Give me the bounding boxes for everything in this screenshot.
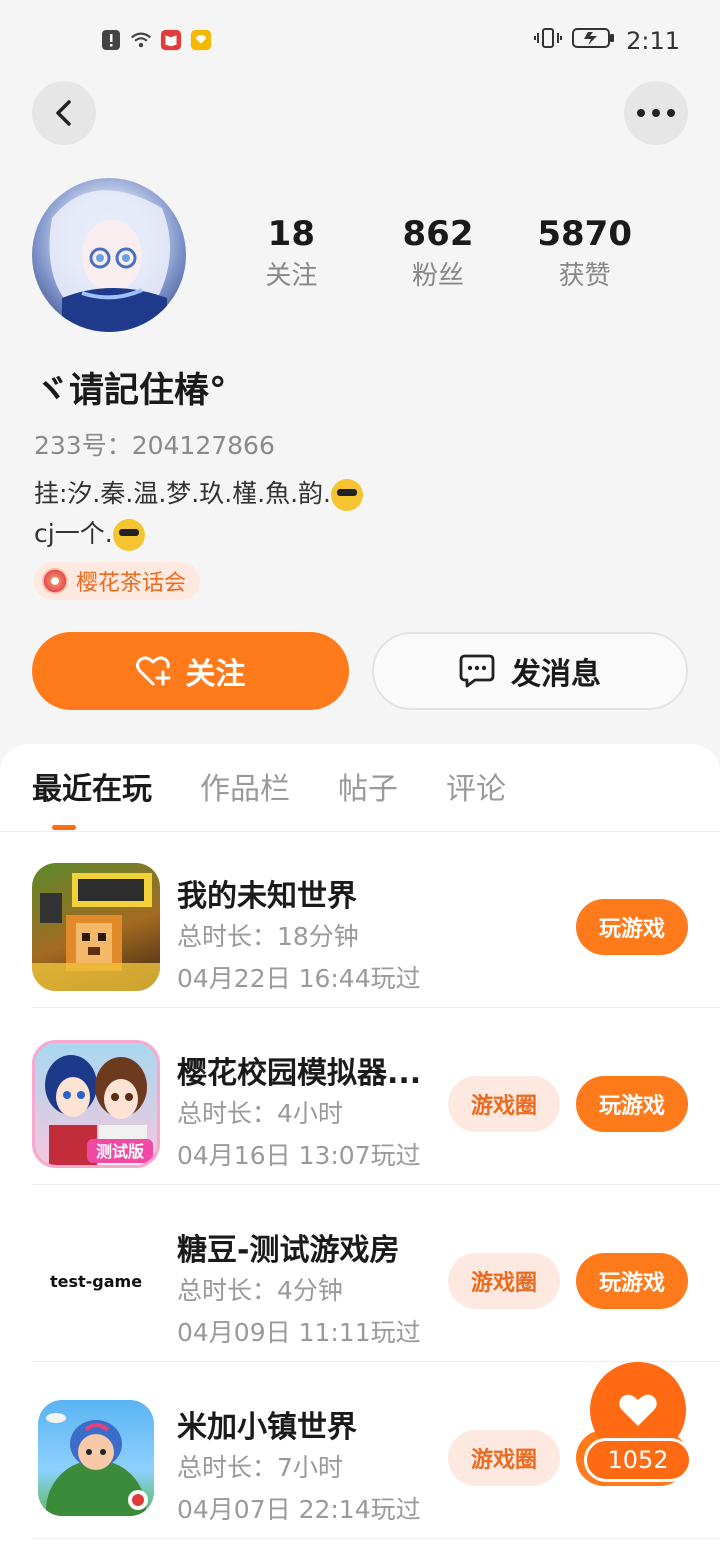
game-duration: 总时长：4小时 bbox=[177, 1099, 343, 1128]
more-dots-icon bbox=[637, 109, 675, 117]
test-version-badge: 测试版 bbox=[96, 1142, 144, 1161]
status-bar-right: 2:11 bbox=[534, 26, 680, 56]
game-name: 米加小镇世界 bbox=[177, 1410, 357, 1445]
game-duration: 总时长：7小时 bbox=[177, 1453, 343, 1482]
tab-recent-play[interactable]: 最近在玩 bbox=[32, 772, 152, 808]
message-label: 发消息 bbox=[511, 657, 601, 692]
likes-count: 5870 bbox=[537, 214, 632, 254]
chat-bubble-icon bbox=[459, 654, 495, 688]
wifi-icon bbox=[130, 28, 152, 52]
alert-icon bbox=[100, 28, 122, 52]
follow-label: 关注 bbox=[185, 657, 246, 692]
game-row[interactable]: 我的未知世界 总时长：18分钟 04月22日 16:44玩过 玩游戏 bbox=[32, 831, 720, 1008]
game-circle-button[interactable]: 游戏圈 bbox=[448, 1076, 560, 1132]
game-duration: 总时长：4分钟 bbox=[177, 1276, 343, 1305]
profile-stats: 18 关注 862 粉丝 5870 获赞 bbox=[218, 212, 658, 296]
followers-label: 粉丝 bbox=[412, 261, 465, 291]
nickname: ヾ请記住椿° bbox=[34, 371, 227, 411]
game-icon-test-game: test-game bbox=[32, 1217, 160, 1345]
battery-charging-icon bbox=[572, 26, 616, 56]
message-button[interactable]: 发消息 bbox=[372, 632, 688, 710]
more-button[interactable] bbox=[624, 81, 688, 145]
status-bar: 2:11 bbox=[0, 0, 720, 84]
chevron-left-icon bbox=[56, 100, 71, 126]
tab-works[interactable]: 作品栏 bbox=[200, 772, 290, 808]
following-label: 关注 bbox=[265, 261, 318, 291]
status-bar-left bbox=[100, 28, 212, 52]
active-tab-indicator bbox=[52, 825, 76, 830]
club-tag[interactable]: 樱花茶话会 bbox=[34, 562, 201, 600]
user-id[interactable]: 233号：204127866 bbox=[34, 426, 275, 462]
heart-plus-icon bbox=[135, 656, 170, 686]
game-row[interactable]: test-game 糖豆-测试游戏房 总时长：4分钟 04月09日 11:11玩… bbox=[32, 1185, 720, 1362]
game-duration: 总时长：18分钟 bbox=[177, 922, 359, 951]
vibrate-icon bbox=[534, 26, 563, 56]
notification-app-icon bbox=[190, 28, 212, 52]
following-stat[interactable]: 18 关注 bbox=[218, 212, 365, 296]
game-circle-button[interactable]: 游戏圈 bbox=[448, 1253, 560, 1309]
tab-comments[interactable]: 评论 bbox=[446, 772, 506, 808]
game-name: 我的未知世界 bbox=[177, 879, 357, 914]
likes-label: 获赞 bbox=[558, 261, 611, 291]
play-game-button[interactable]: 玩游戏 bbox=[576, 899, 688, 955]
game-icon-sakura-school: 测试版 bbox=[32, 1040, 160, 1168]
avatar-image bbox=[49, 190, 170, 332]
followers-stat[interactable]: 862 粉丝 bbox=[365, 212, 512, 296]
game-last-played: 04月09日 11:11玩过 bbox=[177, 1318, 421, 1347]
tab-posts[interactable]: 帖子 bbox=[338, 772, 398, 808]
likes-stat[interactable]: 5870 获赞 bbox=[511, 212, 658, 296]
row-divider bbox=[32, 1538, 720, 1539]
uid-label: 233号： bbox=[34, 431, 132, 460]
book-app-icon bbox=[160, 28, 182, 52]
game-icon-unknown-world bbox=[32, 863, 160, 991]
play-game-button[interactable]: 玩游戏 bbox=[576, 1253, 688, 1309]
clock: 2:11 bbox=[626, 27, 680, 55]
nerd-emoji-icon bbox=[112, 519, 145, 551]
play-game-button[interactable]: 玩游戏 bbox=[576, 1076, 688, 1132]
club-icon bbox=[42, 568, 68, 594]
back-button[interactable] bbox=[32, 81, 96, 145]
bio: 挂:汐.秦.温.梦.玖.槿.魚.韵. cj一个. bbox=[34, 474, 363, 554]
avatar[interactable] bbox=[32, 178, 186, 332]
game-name: 樱花校园模拟器... bbox=[177, 1056, 422, 1091]
heart-icon bbox=[619, 1394, 657, 1426]
game-icon-miga-town bbox=[38, 1400, 154, 1516]
uid-value: 204127866 bbox=[131, 431, 275, 460]
game-last-played: 04月07日 22:14玩过 bbox=[177, 1495, 421, 1524]
game-row[interactable]: 测试版 樱花校园模拟器... 总时长：4小时 04月16日 13:07玩过 游戏… bbox=[32, 1008, 720, 1185]
game-last-played: 04月22日 16:44玩过 bbox=[177, 964, 421, 993]
bio-line-2: cj一个. bbox=[34, 519, 113, 548]
game-name: 糖豆-测试游戏房 bbox=[177, 1233, 400, 1268]
following-count: 18 bbox=[267, 214, 315, 254]
sunglasses-emoji-icon bbox=[331, 479, 363, 511]
game-last-played: 04月16日 13:07玩过 bbox=[177, 1141, 421, 1170]
follow-button[interactable]: 关注 bbox=[32, 632, 349, 710]
tab-bar: 最近在玩 作品栏 帖子 评论 bbox=[32, 772, 506, 808]
like-count-badge: 1052 bbox=[584, 1438, 692, 1482]
bio-line-1: 挂:汐.秦.温.梦.玖.槿.魚.韵. bbox=[34, 479, 331, 508]
followers-count: 862 bbox=[402, 214, 474, 254]
game-icon-text: test-game bbox=[49, 1271, 143, 1291]
club-tag-label: 樱花茶话会 bbox=[76, 571, 187, 596]
game-circle-button[interactable]: 游戏圈 bbox=[448, 1430, 560, 1486]
